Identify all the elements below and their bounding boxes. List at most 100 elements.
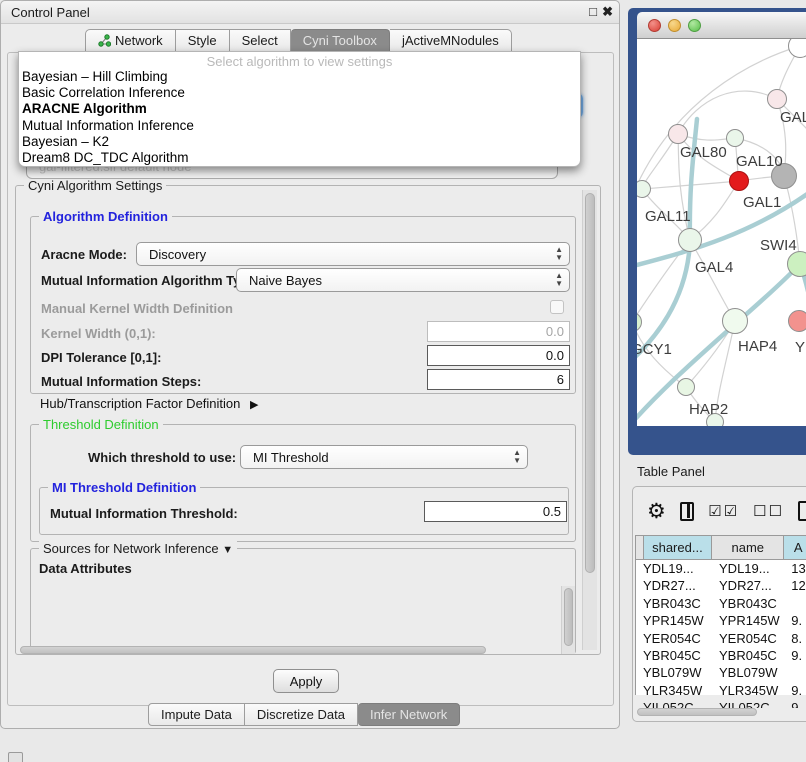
mi-type-label: Mutual Information Algorithm Type: [41, 273, 260, 288]
table-row[interactable]: YIL052CYIL052C9. [636, 699, 806, 708]
settings-hscrollbar-thumb[interactable] [20, 646, 486, 654]
network-canvas[interactable]: GAL GAL80 GAL10 GAL1 GAL11 SWI4 GAL4 GCY… [637, 39, 806, 426]
table-row[interactable]: YDL19...YDL19...13 [636, 560, 806, 577]
table-hscrollbar-thumb[interactable] [637, 708, 757, 716]
menu-item-bayesian-k2[interactable]: Bayesian – K2 [19, 134, 580, 150]
kernel-width-label: Kernel Width (0,1): [41, 326, 156, 341]
aracne-mode-combo[interactable]: Discovery ▲▼ [136, 242, 570, 266]
node-label: GAL80 [680, 144, 727, 161]
table-row[interactable]: YBR045CYBR045C9. [636, 647, 806, 664]
manual-kernel-checkbox[interactable] [550, 300, 564, 314]
which-threshold-label: Which threshold to use: [88, 450, 236, 465]
mi-threshold-group: MI Threshold Definition Mutual Informati… [39, 487, 569, 535]
menu-item-basic-correlation[interactable]: Basic Correlation Inference [19, 85, 580, 101]
mi-type-combo[interactable]: Naive Bayes ▲▼ [236, 268, 570, 292]
collapsed-arrow-icon: ▶ [250, 399, 258, 411]
tab-select[interactable]: Select [230, 29, 291, 52]
dpi-tolerance-label: DPI Tolerance [0,1]: [41, 350, 161, 365]
tab-cyni-toolbox[interactable]: Cyni Toolbox [291, 29, 390, 52]
network-node-swi4[interactable] [787, 251, 806, 277]
table-row[interactable]: YBR043CYBR043C [636, 595, 806, 612]
expanded-arrow-icon: ▼ [222, 544, 233, 556]
node-label: GAL11 [645, 208, 691, 225]
node-table: shared... name A YDL19...YDL19...13 YDR2… [635, 535, 806, 695]
menu-item-dream8[interactable]: Dream8 DC_TDC Algorithm [19, 150, 580, 166]
network-icon [98, 34, 111, 47]
screenshot-root: Control Panel □ ✖ Network Style Select C… [0, 0, 806, 762]
menu-item-bayesian-hill-climbing[interactable]: Bayesian – Hill Climbing [19, 69, 580, 85]
node-label: HAP4 [738, 338, 777, 355]
bottom-tabs: Impute Data Discretize Data Infer Networ… [148, 703, 460, 726]
hub-definition-toggle[interactable]: Hub/Transcription Factor Definition ▶ [40, 396, 258, 411]
close-window-icon[interactable]: ✖ [602, 4, 613, 20]
node-label: SWI4 [760, 237, 797, 254]
sources-group-title[interactable]: Sources for Network Inference ▼ [39, 541, 237, 556]
network-node-gal4[interactable] [678, 228, 702, 252]
column-header-name[interactable]: name [712, 536, 784, 559]
which-threshold-combo[interactable]: MI Threshold ▲▼ [240, 445, 528, 469]
stepper-icon: ▲▼ [513, 449, 521, 465]
apply-button[interactable]: Apply [273, 669, 339, 693]
settings-scrollbar-thumb[interactable] [585, 193, 595, 573]
deselect-all-checkboxes-icon[interactable]: ☐☐ [753, 502, 784, 520]
settings-scrollbar[interactable] [582, 190, 597, 650]
tab-impute-data[interactable]: Impute Data [148, 703, 245, 726]
threshold-definition-group: Threshold Definition Which threshold to … [30, 424, 576, 542]
mi-threshold-label: Mutual Information Threshold: [50, 506, 238, 521]
network-window-titlebar[interactable] [637, 12, 806, 39]
menu-item-mutual-information[interactable]: Mutual Information Inference [19, 118, 580, 134]
node-label: GAL10 [736, 153, 783, 170]
cyni-algorithm-settings-group: Cyni Algorithm Settings Algorithm Defini… [15, 185, 601, 655]
column-header-shared-name[interactable]: shared... [644, 536, 712, 559]
tab-jactivemnodules[interactable]: jActiveMNodules [390, 29, 512, 52]
mi-steps-field[interactable]: 6 [427, 369, 570, 390]
tab-infer-network[interactable]: Infer Network [358, 703, 460, 726]
table-row[interactable]: YPR145WYPR145W9. [636, 612, 806, 629]
close-traffic-light-icon[interactable] [648, 19, 661, 32]
algorithm-definition-title: Algorithm Definition [39, 209, 172, 224]
list-scrollbar[interactable] [561, 586, 575, 654]
network-node-salmon[interactable] [788, 310, 806, 332]
network-node-gal10[interactable] [726, 129, 744, 147]
minimize-traffic-light-icon[interactable] [668, 19, 681, 32]
table-row[interactable]: YBL079WYBL079W [636, 664, 806, 681]
node-label: GAL [780, 109, 806, 126]
tab-network[interactable]: Network [85, 29, 176, 52]
zoom-traffic-light-icon[interactable] [688, 19, 701, 32]
network-node-gal1-selected[interactable] [729, 171, 749, 191]
network-node[interactable] [767, 89, 787, 109]
algorithm-definition-group: Algorithm Definition Aracne Mode: Discov… [30, 216, 576, 394]
dpi-tolerance-field[interactable]: 0.0 [427, 345, 570, 366]
table-toolbar: ⚙ ☑☑ ☐☐ [633, 487, 806, 535]
node-label: Y [795, 339, 805, 356]
table-panel-title: Table Panel [637, 464, 705, 479]
menu-item-aracne[interactable]: ARACNE Algorithm [19, 101, 580, 117]
node-label: GCY1 [637, 341, 672, 358]
algorithm-dropdown-popup: Select algorithm to view settings Bayesi… [18, 51, 581, 167]
mi-threshold-group-title: MI Threshold Definition [48, 480, 200, 495]
table-row[interactable]: YLR345WYLR345W9. [636, 682, 806, 699]
page-title: Control Panel [11, 5, 90, 20]
network-node-hap2[interactable] [677, 378, 695, 396]
table-row[interactable]: YDR27...YDR27...12 [636, 577, 806, 594]
select-all-checkboxes-icon[interactable]: ☑☑ [708, 502, 739, 520]
stepper-icon: ▲▼ [555, 246, 563, 262]
tab-style[interactable]: Style [176, 29, 230, 52]
manual-kernel-label: Manual Kernel Width Definition [41, 301, 233, 316]
stepper-icon: ▲▼ [555, 272, 563, 288]
show-columns-icon[interactable] [680, 502, 694, 521]
kernel-width-field[interactable]: 0.0 [427, 321, 570, 342]
minimized-panel-icon[interactable] [8, 752, 23, 762]
table-row[interactable]: YER054CYER054C8. [636, 630, 806, 647]
tab-discretize-data[interactable]: Discretize Data [245, 703, 358, 726]
network-node-gal80[interactable] [668, 124, 688, 144]
float-window-icon[interactable]: □ [589, 4, 597, 19]
node-label: HAP2 [689, 401, 728, 418]
tab-network-label: Network [115, 33, 163, 48]
network-node-hap4[interactable] [722, 308, 748, 334]
column-header-next[interactable]: A [784, 536, 806, 559]
gear-icon[interactable]: ⚙ [647, 499, 666, 524]
list-scrollbar-thumb[interactable] [564, 588, 573, 646]
export-table-icon[interactable] [798, 501, 806, 521]
mi-threshold-field[interactable]: 0.5 [424, 501, 567, 522]
